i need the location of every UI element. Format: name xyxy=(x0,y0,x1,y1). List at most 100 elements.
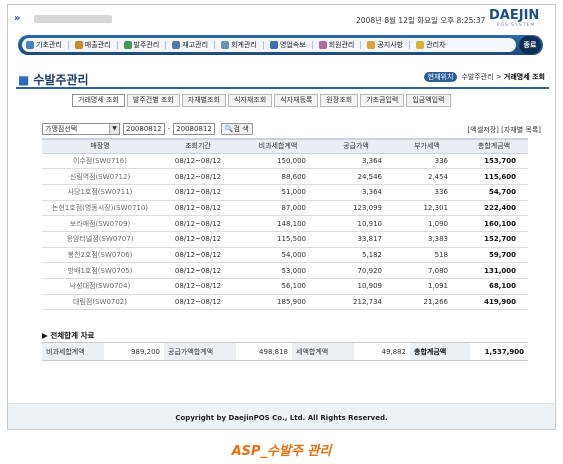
column-header[interactable]: 조회기간 xyxy=(158,138,238,154)
nav-item-2[interactable]: 발주관리 xyxy=(123,40,160,50)
tab-4[interactable]: 식자재등록 xyxy=(274,94,319,107)
nav-item-5[interactable]: 영업속보 xyxy=(269,40,306,50)
date-separator: - xyxy=(167,125,171,133)
store-name-cell[interactable]: 봉천2호점(SW0706) xyxy=(42,247,158,264)
table-cell: 153,700 xyxy=(460,153,528,170)
store-name-cell[interactable]: 사당1호점(SW0711) xyxy=(42,184,158,201)
table-cell: 10,909 xyxy=(318,278,394,295)
tab-1[interactable]: 발주건별 조회 xyxy=(126,94,180,107)
tab-5[interactable]: 원장조회 xyxy=(320,94,359,107)
totals-label: 공급가액합계액 xyxy=(164,342,236,361)
user-info-blurred xyxy=(34,15,112,23)
column-header[interactable]: 부가세액 xyxy=(394,138,460,154)
totals-value: 498,818 xyxy=(236,342,292,361)
table-row[interactable]: 보라매점(SW0709) 08/12~08/12 148,100 10,910 1,09… xyxy=(42,215,528,232)
nav-item-3[interactable]: 재고관리 xyxy=(172,40,208,50)
nav-separator xyxy=(116,41,118,49)
main-nav: 기초관리 매출관리 발주관리 재고관리 회계관리 영업속보 회원관리 공지사항 관리자 종료 xyxy=(18,35,543,55)
table-row[interactable]: 낙성대점(SW0704) 08/12~08/12 56,100 10,909 1,091… xyxy=(42,278,528,295)
tab-3[interactable]: 식자재조회 xyxy=(227,94,273,107)
nav-item-8[interactable]: 관리자 xyxy=(416,40,445,50)
table-header-row: 매장명 조회기간 비과세합계액 공급가액 부가세액 총합계금액 xyxy=(42,138,528,154)
tab-6[interactable]: 기초금입력 xyxy=(360,94,405,107)
page-title: ■ 수발주관리 xyxy=(18,71,89,88)
table-body: 이수점(SW0716) 08/12~08/12 150,000 3,364 336 153… xyxy=(42,153,528,311)
table-row[interactable]: 사당1호점(SW0711) 08/12~08/12 51,000 3,364 336 54… xyxy=(42,184,528,201)
chevron-down-icon[interactable]: ▼ xyxy=(109,124,119,134)
nav-item-7[interactable]: 공지사항 xyxy=(367,40,403,50)
table-cell: 56,100 xyxy=(238,278,318,295)
table-cell: 08/12~08/12 xyxy=(158,184,238,201)
column-header[interactable]: 매장명 xyxy=(42,138,158,154)
image-caption: ASP_수발주 관리 xyxy=(231,444,332,459)
totals-label: 세액합계액 xyxy=(292,342,354,361)
footer: Copyright by DaejinPOS Co., Ltd. All Rig… xyxy=(8,403,555,429)
exit-button[interactable]: 종료 xyxy=(519,36,541,54)
menu-toggle-icon[interactable]: » xyxy=(14,13,21,24)
search-button[interactable]: 🔍검 색 xyxy=(220,123,253,135)
table-cell: 212,734 xyxy=(318,294,394,311)
table-cell: 59,700 xyxy=(460,247,528,264)
export-links[interactable]: [엑셀저장] [자재별 목록] xyxy=(468,125,541,135)
store-select[interactable]: 가맹점선택 ▼ xyxy=(42,123,120,135)
nav-separator xyxy=(311,41,313,49)
store-name-cell[interactable]: 신림역점(SW0712) xyxy=(42,168,158,185)
nav-separator xyxy=(262,41,264,49)
table-cell: 336 xyxy=(394,153,460,170)
table-cell: 08/12~08/12 xyxy=(158,294,238,311)
nav-item-label: 매출관리 xyxy=(84,41,111,49)
nav-item-4[interactable]: 회계관리 xyxy=(221,40,257,50)
table-cell: 5,182 xyxy=(318,247,394,264)
column-header[interactable]: 공급가액 xyxy=(318,138,394,154)
table-cell: 70,920 xyxy=(318,262,394,279)
column-header[interactable]: 총합계금액 xyxy=(460,138,528,154)
totals-label: 총합계금액 xyxy=(410,342,470,361)
breadcrumb-path: 수발주관리 > xyxy=(461,73,504,81)
table-cell: 53,000 xyxy=(238,262,318,279)
table-cell: 123,099 xyxy=(318,200,394,217)
table-cell: 3,364 xyxy=(318,184,394,201)
table-row[interactable]: 논현1호점(영동시장)(SW0710) 08/12~08/12 87,000 123,… xyxy=(42,200,528,217)
nav-item-label: 발주관리 xyxy=(133,41,160,49)
nav-item-1[interactable]: 매출관리 xyxy=(74,40,111,50)
table-cell: 419,900 xyxy=(460,294,528,311)
table-cell: 7,080 xyxy=(394,262,460,279)
column-header[interactable]: 비과세합계액 xyxy=(238,138,318,154)
table-cell: 148,100 xyxy=(238,215,318,232)
tab-2[interactable]: 자재별조회 xyxy=(181,94,226,107)
table-cell: 21,266 xyxy=(394,294,460,311)
store-name-cell[interactable]: 대림점(SW0702) xyxy=(42,294,158,311)
table-cell: 87,000 xyxy=(238,200,318,217)
table-cell: 08/12~08/12 xyxy=(158,247,238,264)
nav-item-0[interactable]: 기초관리 xyxy=(26,40,62,50)
breadcrumb-location-badge: 현재위치 xyxy=(423,72,458,82)
order-icon xyxy=(123,41,132,49)
store-name-cell[interactable]: 논현1호점(영동시장)(SW0710) xyxy=(42,200,158,217)
table-cell: 08/12~08/12 xyxy=(158,168,238,185)
date-to-input[interactable]: 20080812 xyxy=(173,123,215,135)
table-row[interactable]: 신림역점(SW0712) 08/12~08/12 88,600 24,546 2,454… xyxy=(42,168,528,185)
tab-7[interactable]: 입금액입력 xyxy=(406,94,451,107)
store-name-cell[interactable]: 낙성대점(SW0704) xyxy=(42,278,158,295)
tab-0[interactable]: 거래명세 조회 xyxy=(72,94,125,107)
table-row[interactable]: 응암터널점(SW0707) 08/12~08/12 115,500 33,817 3,3… xyxy=(42,231,528,248)
table-cell: 1,091 xyxy=(394,278,460,295)
table-cell: 3,364 xyxy=(318,153,394,170)
table-row[interactable]: 이수점(SW0716) 08/12~08/12 150,000 3,364 336 153… xyxy=(42,153,528,170)
store-name-cell[interactable]: 보라매점(SW0709) xyxy=(42,215,158,232)
store-name-cell[interactable]: 이수점(SW0716) xyxy=(42,153,158,170)
store-name-cell[interactable]: 방배1호점(SW0705) xyxy=(42,262,158,279)
nav-separator xyxy=(214,41,216,49)
store-name-cell[interactable]: 응암터널점(SW0707) xyxy=(42,231,158,248)
copyright-text: Copyright by DaejinPOS Co., Ltd. All Rig… xyxy=(175,414,388,422)
nav-item-6[interactable]: 회원관리 xyxy=(318,40,354,50)
sales-icon xyxy=(74,41,83,49)
table-row[interactable]: 방배1호점(SW0705) 08/12~08/12 53,000 70,920 7,08… xyxy=(42,262,528,279)
table-row[interactable]: 대림점(SW0702) 08/12~08/12 185,900 212,734 21,2… xyxy=(42,294,528,311)
table-cell: 12,301 xyxy=(394,200,460,217)
table-row[interactable]: 봉천2호점(SW0706) 08/12~08/12 54,000 5,182 518 59… xyxy=(42,247,528,264)
date-from-input[interactable]: 20080812 xyxy=(123,123,165,135)
top-header: » 2008년 8월 12일 화요일 오후 8:25:37 DAEJIN POS… xyxy=(8,5,555,35)
statement-table: 매장명 조회기간 비과세합계액 공급가액 부가세액 총합계금액 이수점(SW0716) 08… xyxy=(42,138,528,311)
accounting-icon xyxy=(221,41,230,49)
